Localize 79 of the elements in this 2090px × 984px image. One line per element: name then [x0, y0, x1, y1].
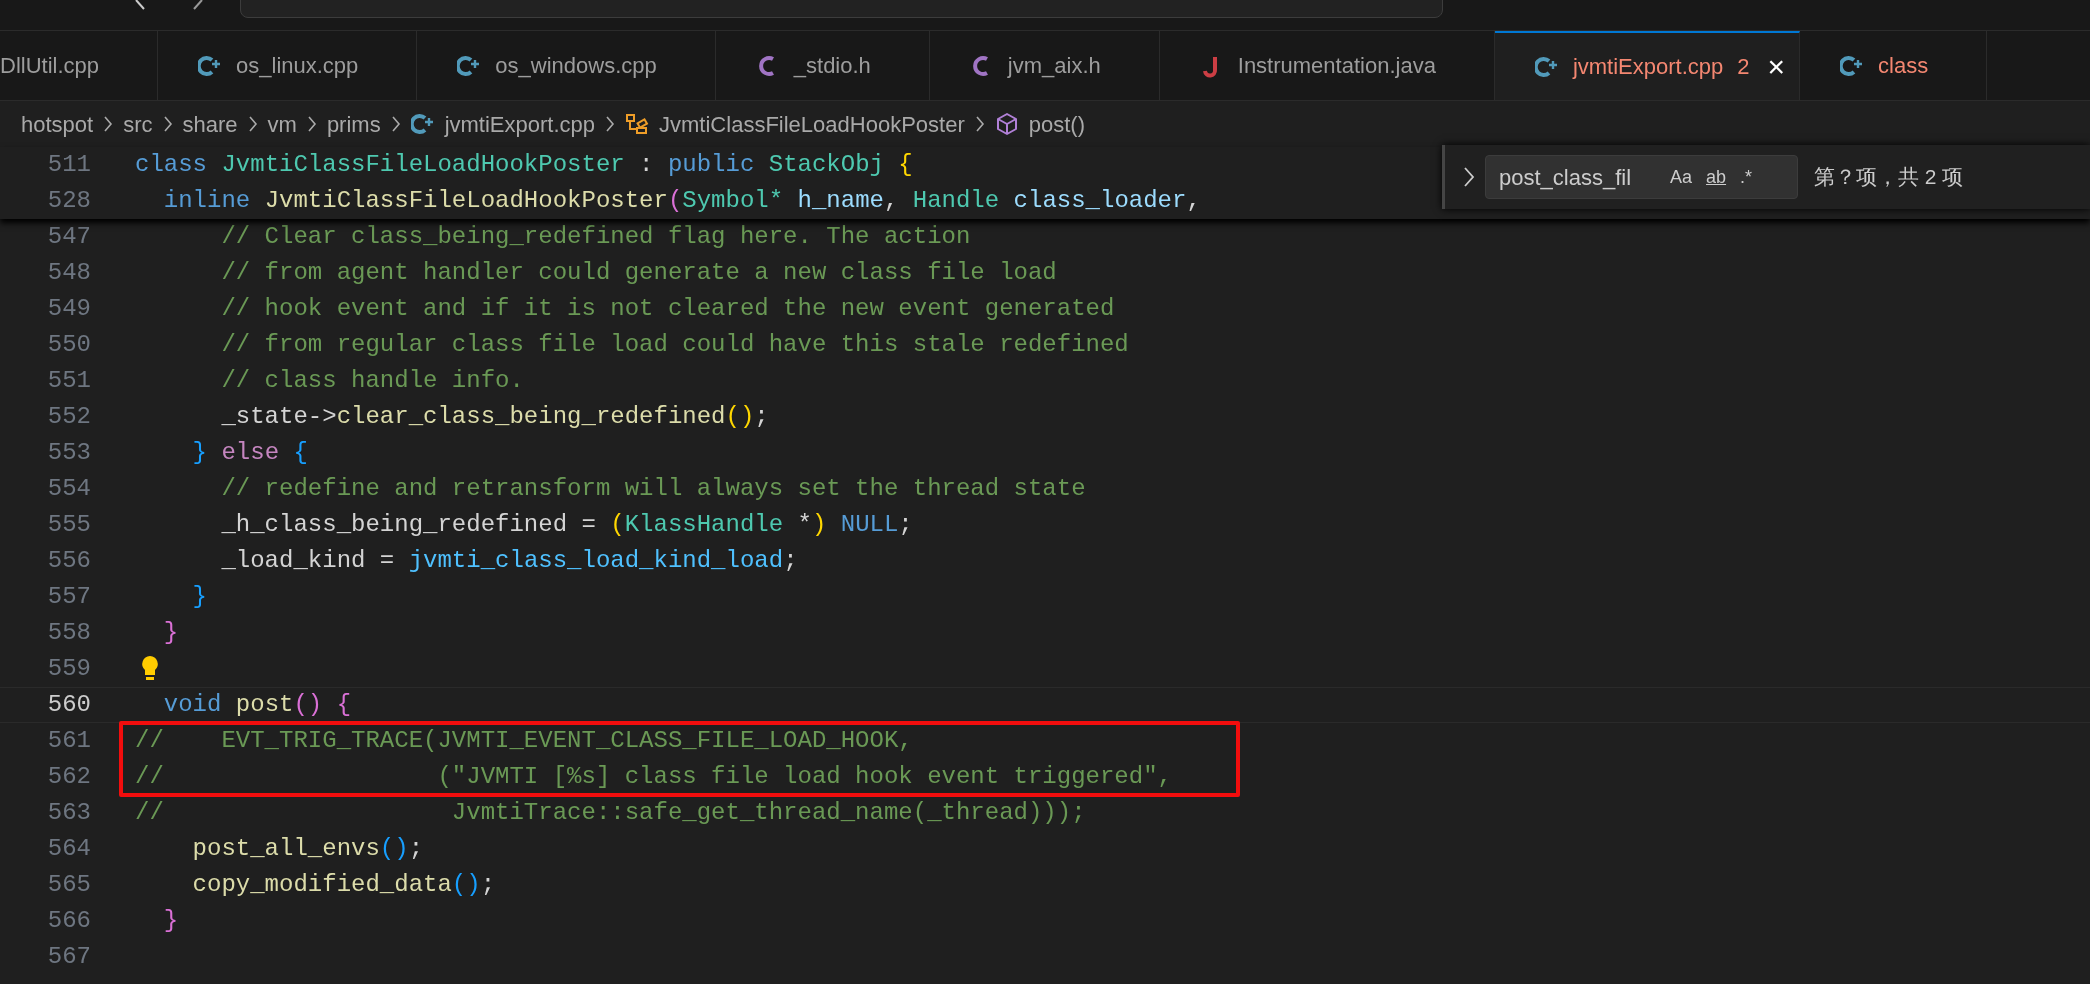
code-line: class JvmtiClassFileLoadHookPoster : public StackObj {: [135, 150, 913, 180]
code-line: }: [162, 906, 179, 936]
chevron-icon: [103, 115, 114, 133]
breadcrumb-item[interactable]: post(): [1028, 107, 1085, 141]
match-case-toggle[interactable]: Aa: [1667, 163, 1696, 191]
cpp-file-icon: [1534, 54, 1559, 79]
code-line: // ("JVMTI [%s] class file load hook event triggered",: [135, 762, 1172, 792]
line-number: 551: [46, 366, 92, 396]
line-number: 559: [46, 654, 92, 684]
line-number: 528: [46, 186, 92, 216]
back-icon[interactable]: [132, 0, 146, 10]
code-line: copy_modified_data();: [191, 870, 496, 900]
chevron-icon: [605, 115, 616, 133]
code-line: // EVT_TRIG_TRACE(JVMTI_EVENT_CLASS_FILE_LOAD_HOOK,: [135, 726, 913, 756]
code-line: post_all_envs();: [191, 834, 424, 864]
code-line: // hook event and if it is not cleared the new event generated: [220, 294, 1115, 324]
line-number: 565: [46, 870, 92, 900]
code-line: }: [191, 582, 207, 612]
breadcrumb-item[interactable]: jvmtiExport.cpp: [444, 107, 596, 141]
line-number: 566: [46, 906, 92, 936]
structure-icon: [625, 112, 650, 136]
breadcrumb-item[interactable]: prims: [326, 107, 381, 141]
cpp-file-icon: [410, 112, 435, 136]
editor-tab[interactable]: DllUtil.cpp: [0, 31, 159, 100]
code-line: } else {: [191, 438, 308, 468]
find-input-field[interactable]: post_class_fil Aa ab .*: [1485, 155, 1798, 199]
code-line: // class handle info.: [220, 366, 524, 396]
breadcrumb-item[interactable]: vm: [267, 107, 297, 141]
code-line: // Clear class_being_redefined flag here. The action: [220, 222, 971, 252]
line-number: 548: [46, 258, 92, 288]
chevron-icon: [306, 115, 317, 133]
code-line: inline JvmtiClassFileLoadHookPoster(Symbol* h_name, Handle class_loader,: [162, 186, 1201, 216]
line-number: 561: [46, 726, 92, 756]
code-line: _load_kind = jvmti_class_load_kind_load;: [220, 546, 798, 576]
line-number: 549: [46, 294, 92, 324]
lightbulb-icon[interactable]: [140, 655, 160, 683]
cpp-file-icon: [457, 53, 482, 78]
breadcrumb-item[interactable]: share: [182, 107, 238, 141]
code-line: _state->clear_class_being_redefined();: [220, 402, 769, 432]
line-number: 550: [46, 330, 92, 360]
forward-icon[interactable]: [192, 0, 206, 10]
close-button[interactable]: ×: [1767, 51, 1786, 82]
line-number: 564: [46, 834, 92, 864]
line-number: 555: [46, 510, 92, 540]
line-number: 557: [46, 582, 92, 612]
line-number: 553: [46, 438, 92, 468]
chevron-icon: [974, 115, 985, 133]
expand-chevron-icon[interactable]: [1463, 166, 1475, 188]
code-line: // from agent handler could generate a new class file load: [220, 258, 1057, 288]
breadcrumb-item[interactable]: src: [123, 107, 153, 141]
chevron-icon: [162, 115, 173, 133]
chevron-icon: [390, 115, 401, 133]
line-number: 567: [46, 942, 92, 972]
problem-count: 2: [1737, 53, 1750, 81]
code-line: // JvmtiTrace::safe_get_thread_name(_thread)));: [135, 798, 1086, 828]
line-number: 560: [46, 690, 92, 720]
cpp-file-icon: [1840, 53, 1865, 78]
breadcrumb-item[interactable]: JvmtiClassFileLoadHookPoster: [659, 107, 965, 141]
whole-word-toggle[interactable]: ab: [1703, 163, 1730, 191]
chevron-icon: [247, 115, 258, 133]
code-line: void post() {: [162, 690, 352, 720]
cpp-file-icon: [198, 53, 223, 78]
line-number: 552: [46, 402, 92, 432]
code-line: }: [162, 618, 179, 648]
line-number: 558: [46, 618, 92, 648]
code-line: // redefine and retransform will always set the thread state: [220, 474, 1086, 504]
line-number: 556: [46, 546, 92, 576]
line-number: 563: [46, 798, 92, 828]
match-count: 第？项，共 2 项: [1814, 164, 1964, 191]
regex-toggle[interactable]: .*: [1737, 163, 1756, 191]
editor-tab[interactable]: jvmtiExport.cpp 2 ×: [1494, 31, 1801, 100]
code-line: // from regular class file load could have this stale redefined: [220, 330, 1129, 360]
line-number: 511: [46, 150, 92, 180]
line-number: 562: [46, 762, 92, 792]
line-number: 554: [46, 474, 92, 504]
line-number: 547: [46, 222, 92, 252]
breadcrumb-item[interactable]: hotspot: [21, 107, 94, 141]
code-line: _h_class_being_redefined = (KlassHandle *) NULL;: [220, 510, 913, 540]
cube-icon: [994, 112, 1019, 136]
